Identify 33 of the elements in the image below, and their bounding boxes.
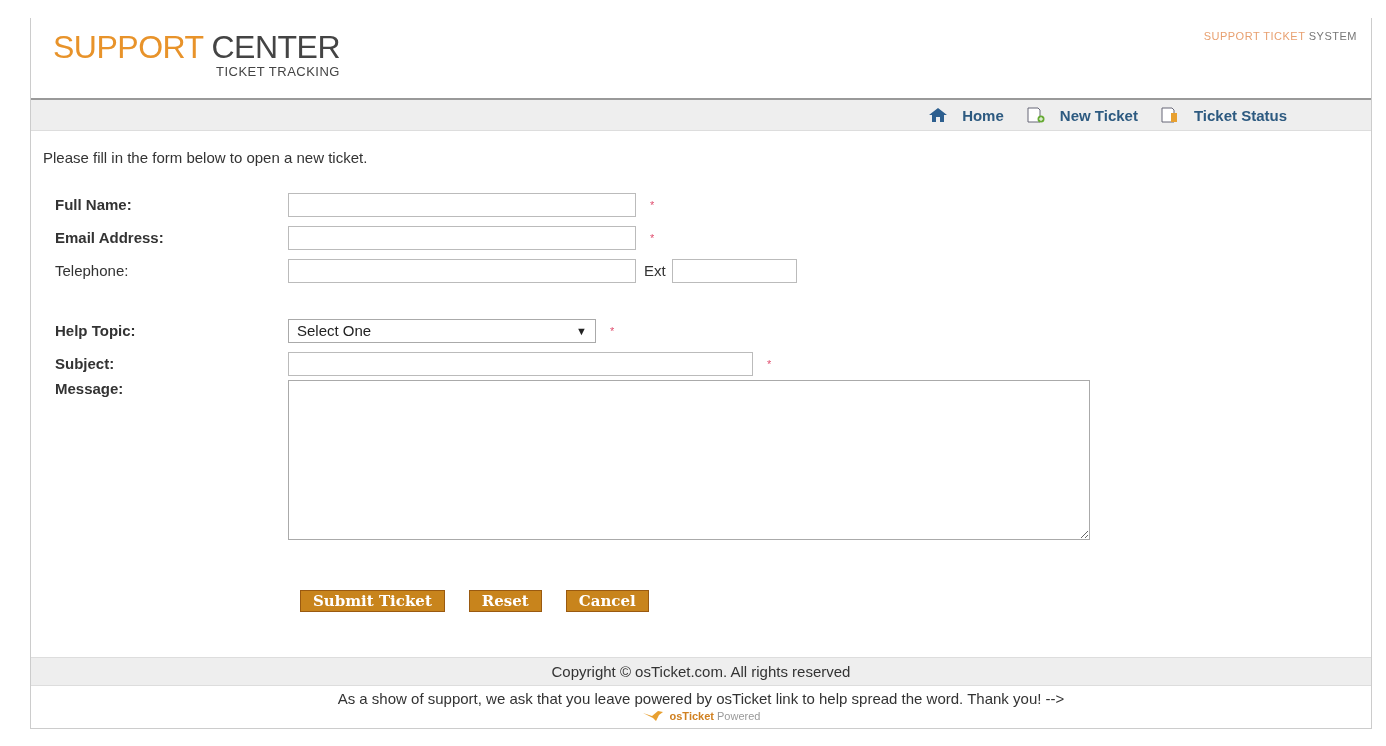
select-dropdown[interactable]: Select One ▼ bbox=[288, 318, 596, 343]
required-mark: * bbox=[610, 324, 615, 337]
field-label: Full Name: bbox=[54, 196, 133, 213]
nav-link[interactable]: Home bbox=[928, 106, 1004, 124]
tagline: SUPPORT TICKET bbox=[1203, 30, 1306, 42]
intro-text: Please fill in the form below to open a new ticket. bbox=[43, 149, 369, 166]
support-notice: As a show of support, we ask that you leave powered by osTicket link to help spread the word. Thank you! --> bbox=[336, 690, 1066, 707]
field-label: Ext bbox=[644, 262, 666, 279]
home-icon bbox=[928, 107, 949, 123]
bird-icon bbox=[641, 710, 664, 722]
text-field[interactable] bbox=[671, 258, 797, 283]
field-label: Email Address: bbox=[54, 229, 165, 246]
required-mark: * bbox=[650, 198, 655, 211]
copyright-text: Copyright © osTicket.com. All rights reserved bbox=[31, 657, 1371, 686]
tagline: SYSTEM bbox=[1308, 30, 1357, 42]
nav-link[interactable]: Ticket Status bbox=[1159, 106, 1287, 124]
field-label: Help Topic: bbox=[54, 322, 137, 339]
nav-link[interactable]: New Ticket bbox=[1025, 106, 1138, 124]
document-plus-icon bbox=[1025, 107, 1046, 123]
text-field[interactable] bbox=[288, 351, 753, 376]
logo-text: SUPPORT bbox=[53, 29, 204, 65]
message-field[interactable] bbox=[288, 380, 1090, 540]
field-label: Message: bbox=[54, 380, 125, 397]
field-label: Subject: bbox=[54, 355, 116, 372]
required-mark: * bbox=[767, 357, 772, 370]
field-label: Telephone: bbox=[54, 262, 130, 279]
logo-subtitle: TICKET TRACKING bbox=[215, 64, 340, 79]
required-mark: * bbox=[650, 231, 655, 244]
document-icon bbox=[1159, 107, 1180, 123]
text-field[interactable] bbox=[288, 192, 636, 217]
text-field[interactable] bbox=[288, 225, 636, 250]
text-field[interactable] bbox=[288, 258, 636, 283]
logo-text: CENTER bbox=[211, 29, 340, 65]
